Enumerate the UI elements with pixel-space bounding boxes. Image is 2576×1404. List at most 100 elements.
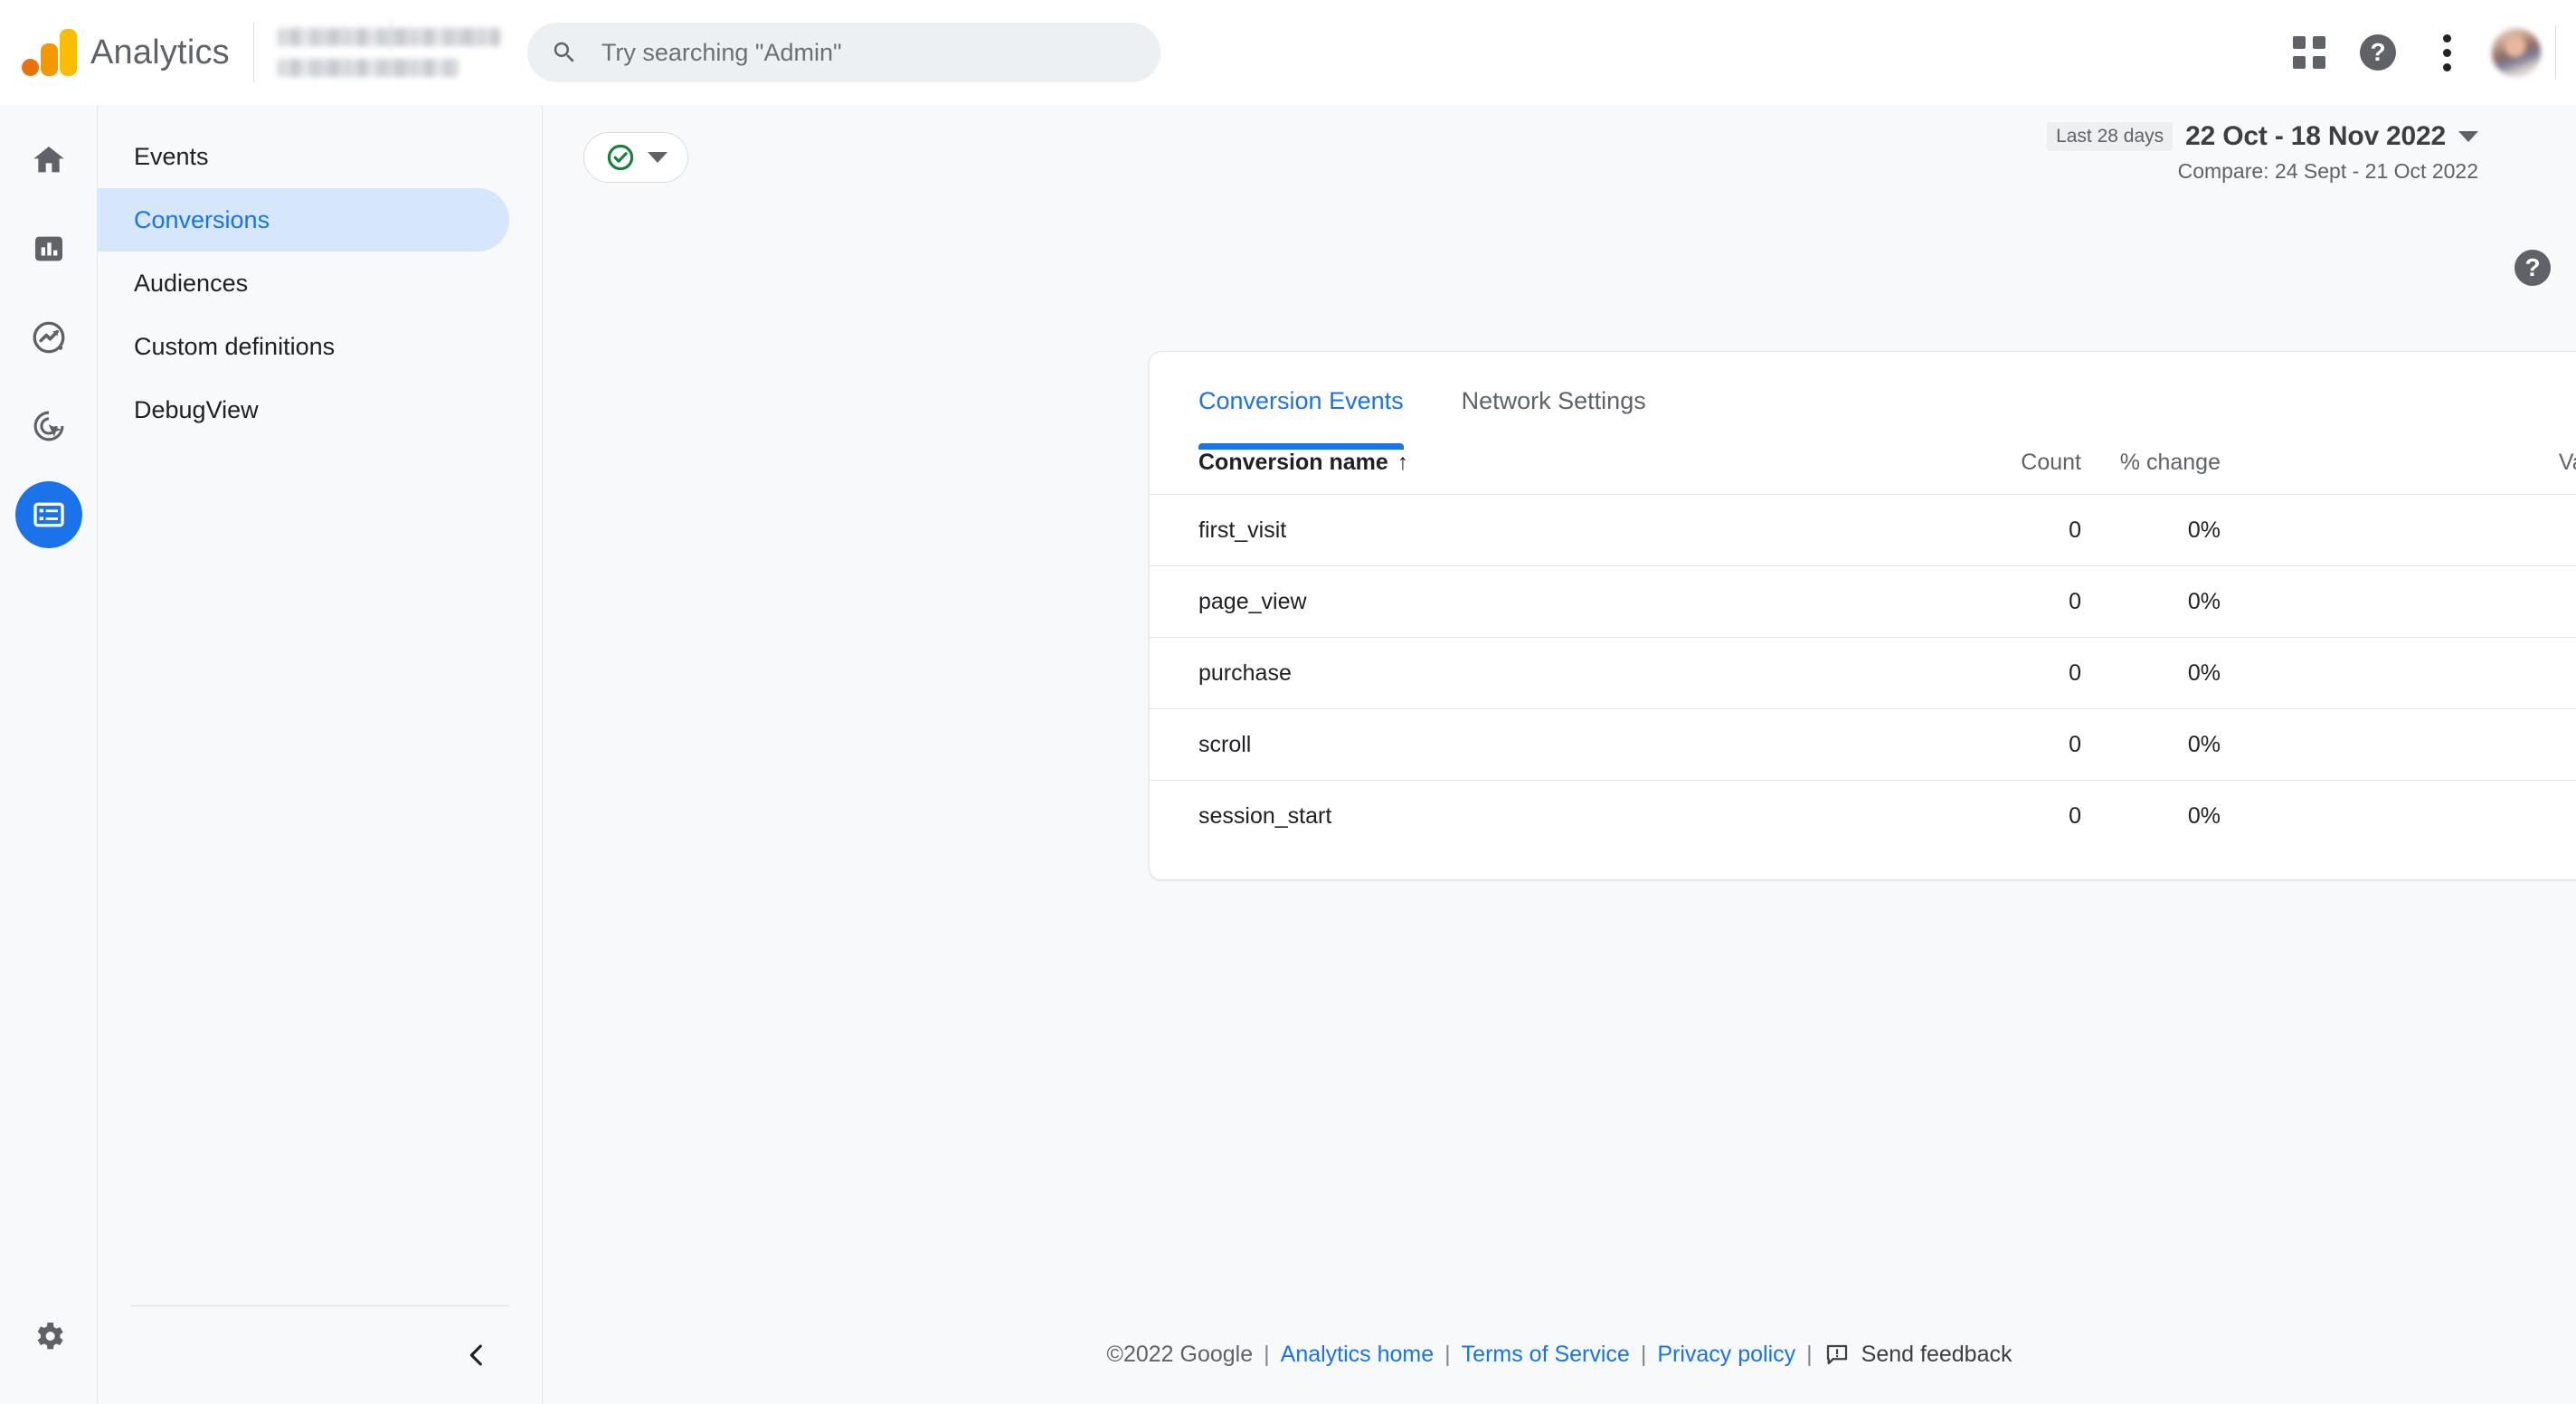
content-toolbar: Last 28 days 22 Oct - 18 Nov 2022 Compar… <box>543 105 2576 286</box>
column-header-conversion-name[interactable]: Conversion name ↑ <box>1150 450 1891 495</box>
tab-bar: Conversion Events Network Settings <box>1150 352 2576 450</box>
column-header-value[interactable]: Value <box>2253 450 2576 495</box>
account-property-selector[interactable] <box>277 18 504 87</box>
rail-item-reports[interactable] <box>15 215 82 282</box>
tab-network-settings[interactable]: Network Settings <box>1462 352 1646 450</box>
gear-icon <box>37 1323 63 1350</box>
sidebar-item-label: Custom definitions <box>134 332 336 360</box>
sidebar-item-debugview[interactable]: DebugView <box>98 378 509 441</box>
property-name-redacted <box>277 59 459 77</box>
terms-of-service-link[interactable]: Terms of Service <box>1462 1342 1630 1368</box>
cell-count: 0 <box>1891 780 2081 852</box>
analytics-home-link[interactable]: Analytics home <box>1281 1342 1435 1368</box>
sidebar-item-audiences[interactable]: Audiences <box>98 251 509 315</box>
data-status-chip[interactable] <box>583 132 688 183</box>
explore-icon <box>33 321 64 354</box>
check-circle-icon <box>607 144 634 171</box>
table-row[interactable]: scroll 0 0% 0 0% <box>1150 708 2576 781</box>
cell-count: 0 <box>1891 494 2081 566</box>
sidebar-item-label: Events <box>134 142 209 170</box>
cell-value: 0 <box>2253 708 2576 781</box>
rail-item-settings[interactable] <box>15 1303 82 1370</box>
table-row[interactable]: page_view 0 0% 0 0% <box>1150 565 2576 638</box>
copyright-label: ©2022 Google <box>1106 1341 1254 1367</box>
rail-item-home[interactable] <box>15 127 82 194</box>
page-title: Analytics <box>90 33 230 71</box>
cell-value: 0 <box>2253 780 2576 852</box>
cell-count: 0 <box>1891 565 2081 638</box>
table-row[interactable]: session_start 0 0% 0 0% <box>1150 780 2576 852</box>
table-body: first_visit 0 0% 0 0% page_view 0 <box>1150 494 2576 852</box>
apps-grid-icon[interactable] <box>2275 18 2344 87</box>
separator: | <box>1444 1341 1451 1367</box>
top-bar-actions: ? <box>2275 18 2576 87</box>
tab-label: Network Settings <box>1461 386 1646 414</box>
advertising-target-icon <box>33 411 63 441</box>
search-input[interactable] <box>601 38 1137 67</box>
table-header: Conversion name↑ Count % change Value % … <box>1150 450 2576 495</box>
analytics-logo-icon <box>22 29 77 76</box>
avatar[interactable] <box>2492 28 2541 77</box>
cell-count-change: 0% <box>2081 494 2253 566</box>
feedback-icon <box>1826 1344 1847 1365</box>
cell-conversion-name: first_visit <box>1150 494 1891 566</box>
sidebar-item-label: Audiences <box>134 269 249 297</box>
list-config-icon <box>33 502 64 527</box>
page-help-button[interactable]: ? <box>2514 250 2551 286</box>
cell-count: 0 <box>1891 708 2081 781</box>
cell-conversion-name: session_start <box>1150 780 1891 852</box>
search-icon <box>554 42 574 62</box>
date-preset-label: Last 28 days <box>2047 122 2174 151</box>
separator: | <box>1640 1341 1647 1367</box>
date-compare-label: Compare: 24 Sept - 21 Oct 2022 <box>2177 159 2478 183</box>
column-header-count-change[interactable]: % change <box>2081 450 2253 495</box>
conversions-card: Conversion Events Network Settings New c… <box>1149 351 2576 880</box>
help-icon[interactable]: ? <box>2344 18 2412 87</box>
column-header-count[interactable]: Count <box>1891 450 2081 495</box>
collapse-sidebar-button[interactable] <box>130 1306 510 1404</box>
rail-item-configure[interactable] <box>14 481 82 548</box>
sidebar-item-events[interactable]: Events <box>98 125 509 188</box>
more-vertical-icon[interactable] <box>2412 18 2481 87</box>
column-label: Conversion name <box>1198 450 1388 476</box>
send-feedback-button[interactable]: Send feedback <box>1823 1341 2012 1368</box>
bar-chart-icon <box>34 236 62 261</box>
date-range-label: 22 Oct - 18 Nov 2022 <box>2185 121 2446 151</box>
tab-conversion-events[interactable]: Conversion Events <box>1198 352 1404 450</box>
sidebar-item-label: Conversions <box>134 205 270 233</box>
conversion-events-table: Conversion name↑ Count % change Value % … <box>1150 450 2576 852</box>
privacy-policy-link[interactable]: Privacy policy <box>1657 1342 1795 1368</box>
sidebar-footer <box>130 1305 510 1404</box>
chevron-left-icon <box>469 1344 482 1366</box>
date-range-selector[interactable]: Last 28 days 22 Oct - 18 Nov 2022 Compar… <box>2047 121 2478 184</box>
sidebar-item-custom-definitions[interactable]: Custom definitions <box>98 315 509 378</box>
caret-down-icon <box>2458 131 2478 142</box>
table-row[interactable]: purchase 0 0% 0 0% <box>1150 637 2576 709</box>
page-footer: ©2022 Google | Analytics home | Terms of… <box>543 1304 2576 1404</box>
tab-label: Conversion Events <box>1198 386 1404 414</box>
divider <box>252 23 254 82</box>
table-row[interactable]: first_visit 0 0% 0 0% <box>1150 494 2576 566</box>
cell-count-change: 0% <box>2081 637 2253 709</box>
send-feedback-label: Send feedback <box>1861 1341 2012 1367</box>
card-header: Conversion Events Network Settings New c… <box>1150 352 2576 450</box>
divider <box>2555 25 2556 80</box>
caret-down-icon <box>648 152 668 163</box>
search-bar[interactable] <box>526 23 1160 82</box>
sidebar-item-label: DebugView <box>134 395 259 423</box>
separator: | <box>1806 1341 1813 1367</box>
cell-count: 0 <box>1891 637 2081 709</box>
cell-count-change: 0% <box>2081 780 2253 852</box>
rail-item-advertising[interactable] <box>15 393 82 460</box>
sidebar-item-conversions[interactable]: Conversions <box>98 188 509 251</box>
rail-item-explore[interactable] <box>15 304 82 371</box>
cell-value: 0 <box>2253 565 2576 638</box>
cell-count-change: 0% <box>2081 565 2253 638</box>
separator: | <box>1264 1341 1270 1367</box>
main-content: Last 28 days 22 Oct - 18 Nov 2022 Compar… <box>543 105 2576 1404</box>
cell-value: 0 <box>2253 637 2576 709</box>
cell-conversion-name: scroll <box>1150 708 1891 781</box>
cell-conversion-name: purchase <box>1150 637 1891 709</box>
cell-count-change: 0% <box>2081 708 2253 781</box>
cell-conversion-name: page_view <box>1150 565 1891 638</box>
